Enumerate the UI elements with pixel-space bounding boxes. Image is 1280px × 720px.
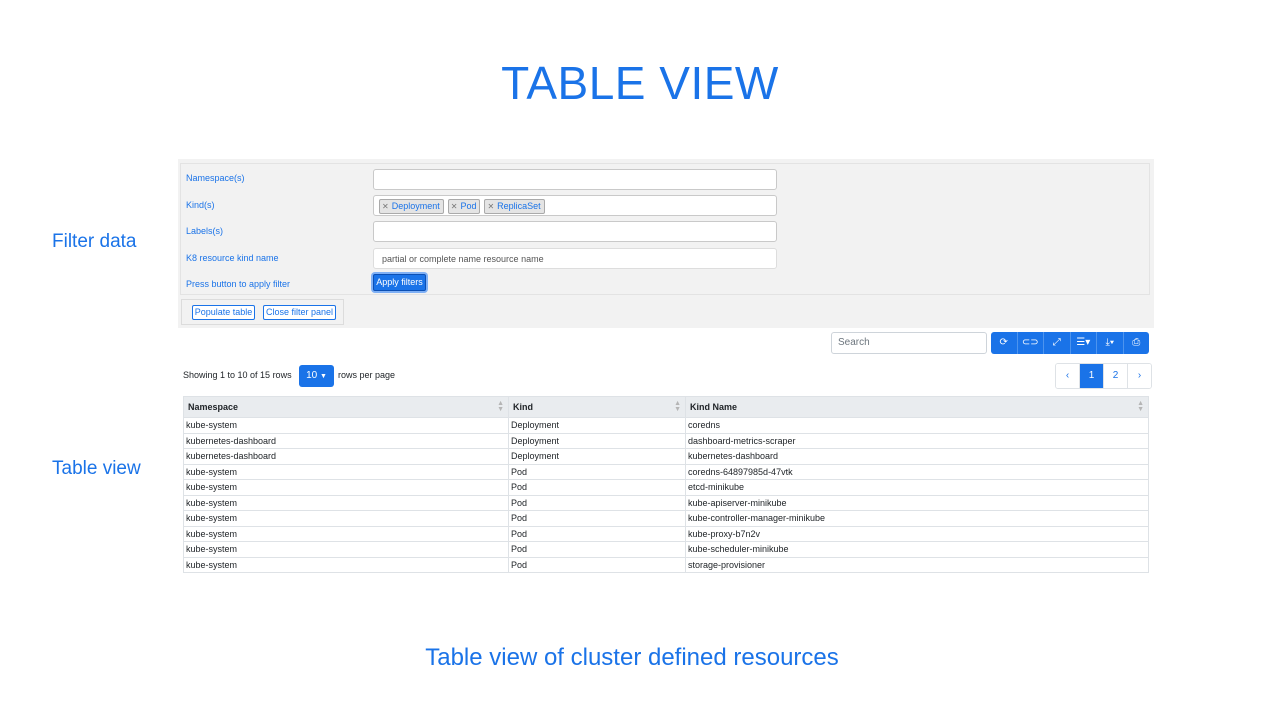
search-input[interactable]: Search [831, 332, 987, 354]
column-header-namespace[interactable]: Namespace ▲ ▼ [183, 396, 509, 418]
sort-icon: ▲ ▼ [674, 400, 681, 413]
cell-namespace: kube-system [183, 479, 509, 496]
kind-multiselect[interactable]: ✕ Deployment ✕ Pod ✕ ReplicaSet [373, 195, 777, 216]
toggle-icon[interactable]: ⊂⊃ [1018, 332, 1044, 354]
cell-kind-name: kubernetes-dashboard [685, 448, 1149, 465]
close-filter-panel-button[interactable]: Close filter panel [263, 305, 336, 320]
rows-per-page-value: 10 [306, 370, 318, 381]
table-row[interactable]: kube-system Pod storage-provisioner [183, 556, 1149, 573]
cell-kind-name: dashboard-metrics-scraper [685, 432, 1149, 449]
cell-namespace: kube-system [183, 494, 509, 511]
cell-kind: Pod [508, 494, 686, 511]
resources-table: Namespace ▲ ▼ Kind ▲ ▼ Kind Name ▲ ▼ kube-syst… [183, 396, 1149, 573]
refresh-icon[interactable]: ⟳ [991, 332, 1018, 354]
rows-per-page-select[interactable]: 10 ▼ [299, 365, 334, 387]
table-row[interactable]: kube-system Pod coredns-64897985d-47vtk [183, 463, 1149, 480]
print-icon[interactable]: ⎙ [1124, 332, 1150, 354]
cell-namespace: kube-system [183, 417, 509, 434]
cell-kind-name: coredns-64897985d-47vtk [685, 463, 1149, 480]
kind-tag[interactable]: ✕ Deployment [379, 199, 444, 214]
cell-kind: Pod [508, 463, 686, 480]
cell-kind: Pod [508, 479, 686, 496]
cell-namespace: kube-system [183, 556, 509, 573]
cell-kind-name: coredns [685, 417, 1149, 434]
cell-kind: Pod [508, 525, 686, 542]
cell-kind: Deployment [508, 432, 686, 449]
cell-kind-name: kube-scheduler-minikube [685, 541, 1149, 558]
column-header-kind-name[interactable]: Kind Name ▲ ▼ [685, 396, 1149, 418]
cell-kind-name: kube-controller-manager-minikube [685, 510, 1149, 527]
cell-namespace: kube-system [183, 525, 509, 542]
export-icon[interactable]: ⤓▾ [1097, 332, 1124, 354]
cell-namespace: kubernetes-dashboard [183, 432, 509, 449]
cell-namespace: kubernetes-dashboard [183, 448, 509, 465]
pagination: ‹ 1 2 › [1055, 363, 1152, 389]
kind-tag[interactable]: ✕ ReplicaSet [484, 199, 545, 214]
kind-tag-label: Pod [460, 201, 477, 211]
next-page-button[interactable]: › [1128, 364, 1151, 388]
cell-namespace: kube-system [183, 463, 509, 480]
table-header-row: Namespace ▲ ▼ Kind ▲ ▼ Kind Name ▲ ▼ [183, 396, 1149, 418]
namespace-label: Namespace(s) [186, 173, 245, 183]
labels-input[interactable] [373, 221, 777, 242]
cell-kind: Pod [508, 541, 686, 558]
cell-kind-name: kube-apiserver-minikube [685, 494, 1149, 511]
rows-showing-text: Showing 1 to 10 of 15 rows [183, 370, 292, 380]
populate-table-button[interactable]: Populate table [192, 305, 255, 320]
cell-kind: Pod [508, 510, 686, 527]
cell-kind-name: etcd-minikube [685, 479, 1149, 496]
sort-icon: ▲ ▼ [1137, 400, 1144, 413]
table-row[interactable]: kubernetes-dashboard Deployment dashboard-… [183, 432, 1149, 449]
header-label: Kind Name [690, 402, 738, 412]
fullscreen-icon[interactable]: ⤢ [1044, 332, 1071, 354]
cell-kind-name: storage-provisioner [685, 556, 1149, 573]
namespace-input[interactable] [373, 169, 777, 190]
slide-title: TABLE VIEW [501, 57, 779, 109]
table-row[interactable]: kube-system Deployment coredns [183, 417, 1149, 434]
name-input[interactable]: partial or complete name resource name [373, 248, 777, 269]
table-row[interactable]: kube-system Pod kube-apiserver-minikube [183, 494, 1149, 511]
table-row[interactable]: kube-system Pod kube-controller-manager-mi… [183, 510, 1149, 527]
cell-namespace: kube-system [183, 510, 509, 527]
labels-label: Labels(s) [186, 226, 224, 236]
kind-tag-label: Deployment [391, 201, 440, 211]
page-button-1[interactable]: 1 [1080, 364, 1104, 388]
table-row[interactable]: kubernetes-dashboard Deployment kubernetes… [183, 448, 1149, 465]
table-row[interactable]: kube-system Pod etcd-minikube [183, 479, 1149, 496]
remove-tag-icon[interactable]: ✕ [382, 202, 389, 211]
header-label: Namespace [188, 402, 239, 412]
caret-down-icon: ▼ [319, 373, 327, 380]
table-view-label: Table view [52, 458, 141, 479]
table-toolbar: ⟳ ⊂⊃ ⤢ ☰▾ ⤓▾ ⎙ [991, 332, 1149, 354]
cell-kind: Pod [508, 556, 686, 573]
remove-tag-icon[interactable]: ✕ [451, 202, 458, 211]
apply-filter-label: Press button to apply filter [186, 279, 291, 289]
apply-filters-button[interactable]: Apply filters [373, 274, 426, 291]
table-row[interactable]: kube-system Pod kube-scheduler-minikube [183, 541, 1149, 558]
name-label: K8 resource kind name [186, 253, 279, 263]
remove-tag-icon[interactable]: ✕ [487, 202, 494, 211]
filter-data-label: Filter data [52, 231, 137, 252]
cell-kind: Deployment [508, 417, 686, 434]
cell-namespace: kube-system [183, 541, 509, 558]
header-label: Kind [513, 402, 533, 412]
prev-page-button[interactable]: ‹ [1056, 364, 1080, 388]
columns-icon[interactable]: ☰▾ [1071, 332, 1097, 354]
rows-per-page-label: rows per page [338, 370, 396, 380]
kind-tag-label: ReplicaSet [497, 201, 541, 211]
cell-kind-name: kube-proxy-b7n2v [685, 525, 1149, 542]
page-button-2[interactable]: 2 [1104, 364, 1128, 388]
slide-caption: Table view of cluster defined resources [425, 644, 839, 671]
sort-icon: ▲ ▼ [497, 400, 504, 413]
kind-label: Kind(s) [186, 200, 215, 210]
cell-kind: Deployment [508, 448, 686, 465]
column-header-kind[interactable]: Kind ▲ ▼ [508, 396, 686, 418]
table-row[interactable]: kube-system Pod kube-proxy-b7n2v [183, 525, 1149, 542]
kind-tag[interactable]: ✕ Pod [447, 199, 481, 214]
